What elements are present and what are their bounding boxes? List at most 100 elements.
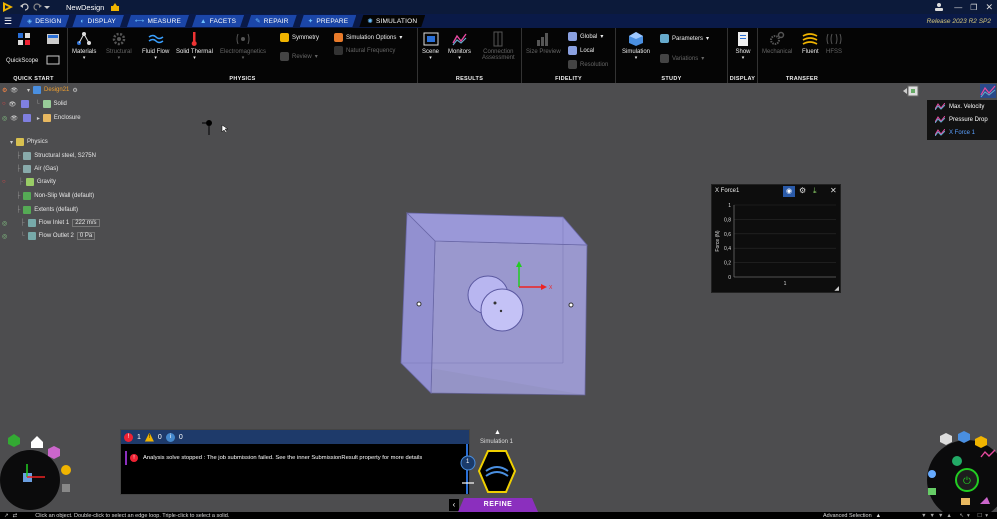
tree-item-design[interactable]: ⚙ 👁 ▾ Design21 ⚙: [2, 86, 78, 94]
tree-item-structural-steel[interactable]: ├ Structural steel, S275N: [16, 152, 96, 160]
view-pin-icon[interactable]: [903, 84, 921, 98]
export-results-icon[interactable]: [928, 488, 936, 495]
refine-tab[interactable]: Refine: [458, 498, 538, 512]
eye-icon[interactable]: 👁: [9, 101, 17, 108]
tab-facets[interactable]: ▲ Facets: [192, 15, 244, 27]
warning-circle-icon[interactable]: ○: [2, 101, 6, 107]
tab-display[interactable]: ◐ Display: [72, 15, 124, 27]
tab-measure[interactable]: ⟷ Measure: [127, 15, 189, 27]
tree-item-enclosure[interactable]: ◎ 👁 ▸ Enclosure: [2, 114, 81, 122]
legend-item-max-velocity[interactable]: Max. Velocity: [935, 103, 984, 110]
tab-repair[interactable]: ✎ Repair: [247, 15, 297, 27]
expand-icon[interactable]: ▾: [10, 139, 13, 146]
mesh-icon[interactable]: [940, 433, 952, 445]
symmetry-button[interactable]: Symmetry: [280, 33, 319, 42]
home-icon[interactable]: [31, 436, 43, 448]
tree-item-solid[interactable]: ○ 👁 └ Solid: [2, 100, 67, 108]
edge-point-right[interactable]: [568, 302, 574, 308]
simulation-hexagon[interactable]: [458, 449, 524, 497]
scene-button[interactable]: Scene ▾: [422, 31, 439, 61]
warning-icon[interactable]: !: [144, 432, 154, 442]
tree-item-flow-inlet[interactable]: ◎ ├ Flow Inlet 1 222 m/s: [2, 219, 100, 227]
hfss-button[interactable]: HFSS: [826, 31, 842, 55]
play-icon[interactable]: [952, 456, 962, 466]
chart-close-icon[interactable]: ✕: [830, 186, 837, 195]
power-icon[interactable]: ⏻: [963, 476, 971, 487]
dropdown-arrow-icon[interactable]: [44, 4, 50, 10]
monitors-toggle-icon[interactable]: [980, 84, 996, 98]
menu-icon[interactable]: ☰: [4, 16, 12, 27]
show-button[interactable]: Show ▾: [735, 31, 751, 61]
resolution-button[interactable]: Resolution: [568, 60, 608, 69]
target-icon[interactable]: ◎: [2, 233, 7, 240]
monitors-button[interactable]: Monitors ▾: [448, 31, 471, 61]
legend-item-pressure-drop[interactable]: Pressure Drop: [935, 116, 988, 123]
advanced-selection-button[interactable]: Advanced Selection: [823, 513, 872, 519]
expand-icon[interactable]: ▸: [37, 115, 40, 122]
size-preview-button[interactable]: Size Preview: [526, 31, 561, 55]
local-button[interactable]: Local: [568, 46, 594, 55]
display-mode-icon[interactable]: [46, 55, 60, 65]
status-tools-icons[interactable]: ▼▼▼▲ ↖▾ ☐▾: [921, 513, 991, 519]
tree-item-air[interactable]: ├ Air (Gas): [16, 165, 58, 173]
simulation-controls-widget[interactable]: ⏻: [917, 430, 997, 519]
legend-item-x-force[interactable]: X Force 1: [935, 129, 975, 136]
tab-design[interactable]: ◈ Design: [19, 15, 69, 27]
display-results-icon[interactable]: [928, 470, 936, 478]
target-icon[interactable]: ◎: [2, 115, 7, 122]
structural-button[interactable]: Structural ▾: [106, 31, 132, 61]
quickstart-grid-icon[interactable]: [17, 32, 31, 46]
connection-assessment-button[interactable]: Connection Assessment: [482, 31, 515, 61]
fluid-flow-button[interactable]: Fluid Flow ▾: [142, 31, 169, 61]
resize-handle-icon[interactable]: ◢: [834, 285, 839, 292]
target-icon[interactable]: ◎: [2, 220, 7, 227]
mechanical-button[interactable]: Mechanical: [762, 31, 792, 55]
view-triad[interactable]: [0, 432, 80, 512]
x-force-chart-window[interactable]: X Force1 ◉ ⚙ ⤓ ✕ 1 0,8 0,6 0,4 0,2 0 1 Force (N…: [711, 184, 841, 293]
chart-monitor-icon[interactable]: ◉: [783, 186, 795, 197]
zoom-icon[interactable]: [61, 465, 71, 475]
variations-button[interactable]: Variations ▾: [660, 54, 704, 63]
view-style-icon[interactable]: [48, 446, 60, 459]
fit-icon[interactable]: [62, 484, 70, 492]
visibility-icon[interactable]: ⚙: [2, 87, 7, 94]
tree-item-extents[interactable]: ├ Extents (default): [16, 206, 78, 214]
back-arrow-icon[interactable]: ‹: [449, 499, 459, 511]
message-row[interactable]: ! Analysis solve stopped : The job submi…: [125, 451, 465, 465]
3d-model[interactable]: X: [395, 205, 595, 400]
chart-export-icon[interactable]: ⤓: [813, 186, 817, 196]
eye-icon[interactable]: 👁: [10, 87, 18, 94]
solid-thermal-button[interactable]: Solid Thermal ▾: [176, 31, 213, 61]
tree-item-non-slip-wall[interactable]: ├ Non-Slip Wall (default): [16, 192, 94, 200]
view-cube-icon[interactable]: [8, 434, 20, 447]
info-icon[interactable]: i: [165, 432, 175, 442]
global-button[interactable]: Global ▾: [568, 32, 603, 41]
redo-icon[interactable]: [32, 2, 42, 12]
undo-icon[interactable]: [20, 2, 30, 12]
tree-item-physics[interactable]: ▾ Physics: [10, 138, 48, 146]
select-tool-icon[interactable]: ↗: [4, 513, 9, 519]
minimize-button[interactable]: —: [954, 3, 962, 12]
gear-icon[interactable]: ⚙: [72, 87, 77, 94]
review-button[interactable]: Review ▾: [280, 52, 318, 61]
folder-icon[interactable]: [961, 498, 970, 505]
collapse-arrow-icon[interactable]: ▲: [494, 429, 501, 436]
natural-frequency-button[interactable]: Natural Frequency: [334, 46, 395, 55]
share-icon[interactable]: [110, 2, 120, 12]
quickscope-button[interactable]: QuickScope: [6, 58, 38, 64]
tab-simulation[interactable]: ✺ Simulation: [359, 15, 425, 27]
electromagnetics-button[interactable]: Electromagnetics ▾: [220, 31, 266, 61]
expand-icon[interactable]: ▾: [27, 87, 30, 94]
chart-settings-icon[interactable]: ⚙: [799, 186, 806, 195]
warning-circle-icon[interactable]: ○: [2, 179, 6, 185]
direction-icon[interactable]: ⇄: [13, 513, 18, 519]
tab-prepare[interactable]: ✦ Prepare: [300, 15, 357, 27]
parameters-button[interactable]: Parameters ▾: [660, 34, 709, 43]
simulation-badge[interactable]: 1: [458, 449, 524, 497]
user-icon[interactable]: [934, 2, 944, 12]
simulation-button[interactable]: Simulation ▾: [622, 31, 650, 61]
eye-icon[interactable]: 👁: [10, 115, 18, 122]
simulation-options-button[interactable]: Simulation Options ▾: [334, 33, 402, 42]
fluent-button[interactable]: Fluent: [802, 31, 819, 55]
error-icon[interactable]: !: [124, 432, 133, 442]
